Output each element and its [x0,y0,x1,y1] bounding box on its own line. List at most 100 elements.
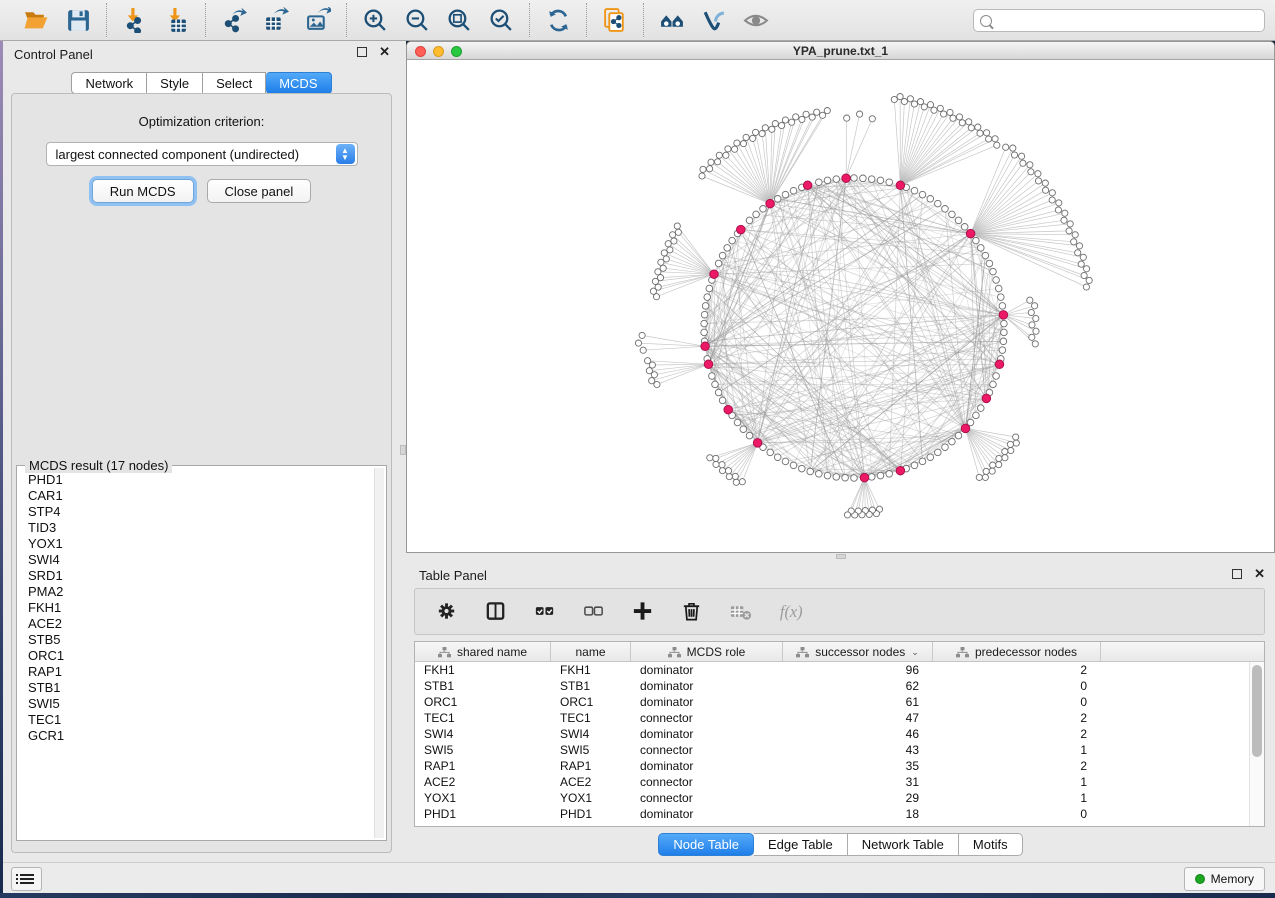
import-network-icon[interactable] [121,6,149,34]
open-folder-icon[interactable] [22,6,50,34]
mcds-result-item[interactable]: STB1 [19,680,374,696]
window-close-icon[interactable] [415,46,426,57]
cell-predecessor_nodes: 2 [933,662,1101,678]
save-icon[interactable] [64,6,92,34]
zoom-out-icon[interactable] [403,6,431,34]
column-header-name[interactable]: name [551,642,631,662]
table-row[interactable]: TEC1TEC1connector472 [415,710,1249,726]
gear-icon[interactable] [435,600,459,624]
cell-predecessor_nodes: 1 [933,790,1101,806]
mcds-result-item[interactable]: PMA2 [19,584,374,600]
cell-name: YOX1 [551,790,631,806]
network-canvas[interactable] [407,60,1274,552]
column-header-shared-name[interactable]: shared name [415,642,551,662]
table-row[interactable]: FKH1FKH1dominator962 [415,662,1249,678]
mcds-result-item[interactable]: STB5 [19,632,374,648]
export-network-icon[interactable] [220,6,248,34]
tab-network[interactable]: Network [71,72,147,94]
column-header-predecessor-nodes[interactable]: predecessor nodes [933,642,1101,662]
table-toolbar: f(x) [414,588,1265,635]
float-panel-icon[interactable] [357,47,367,57]
optimization-criterion-label: Optimization criterion: [12,114,391,129]
mcds-result-item[interactable]: ACE2 [19,616,374,632]
mcds-result-item[interactable]: ORC1 [19,648,374,664]
mcds-list-scrollbar[interactable] [374,468,384,838]
cell-shared_name: FKH1 [415,662,551,678]
footer-tab-edge-table[interactable]: Edge Table [754,833,848,856]
search-network-icon[interactable] [658,6,686,34]
mcds-result-item[interactable]: SWI5 [19,696,374,712]
control-panel-titlebar: Control Panel ✕ [3,41,400,65]
mcds-result-list[interactable]: PHD1CAR1STP4TID3YOX1SWI4SRD1PMA2FKH1ACE2… [19,472,374,838]
table-scrollbar[interactable] [1249,662,1264,826]
delete-icon[interactable] [680,600,704,624]
memory-button[interactable]: Memory [1184,867,1265,891]
close-panel-button[interactable]: Close panel [207,179,312,203]
zoom-fit-icon[interactable] [445,6,473,34]
column-header-MCDS-role[interactable]: MCDS role [631,642,783,662]
mcds-result-item[interactable]: TEC1 [19,712,374,728]
footer-tab-node-table[interactable]: Node Table [658,833,754,856]
refresh-icon[interactable] [544,6,572,34]
window-minimize-icon[interactable] [433,46,444,57]
table-row[interactable]: YOX1YOX1connector291 [415,790,1249,806]
mcds-result-item[interactable]: FKH1 [19,600,374,616]
table-row[interactable]: PHD1PHD1dominator180 [415,806,1249,822]
mcds-result-item[interactable]: TID3 [19,520,374,536]
float-table-panel-icon[interactable] [1232,569,1242,579]
search-box[interactable] [973,9,1265,32]
select-all-icon[interactable] [533,600,557,624]
footer-tab-network-table[interactable]: Network Table [848,833,959,856]
cell-successor_nodes: 62 [783,678,933,694]
desktop-wallpaper-bottom [0,893,1275,898]
search-input[interactable] [997,14,1258,28]
close-panel-icon[interactable]: ✕ [379,47,390,57]
network-view-window: YPA_prune.txt_1 [406,41,1275,553]
table-row[interactable]: SWI5SWI5connector431 [415,742,1249,758]
task-history-button[interactable] [11,867,42,891]
export-image-icon[interactable] [304,6,332,34]
run-mcds-button[interactable]: Run MCDS [92,179,194,203]
mcds-result-item[interactable]: YOX1 [19,536,374,552]
table-footer-tabs: Node TableEdge TableNetwork TableMotifs [406,833,1275,856]
horizontal-splitter[interactable] [406,553,1275,560]
cell-successor_nodes: 29 [783,790,933,806]
mcds-result-item[interactable]: GCR1 [19,728,374,744]
column-header-successor-nodes[interactable]: successor nodes⌄ [783,642,933,662]
table-row[interactable]: ORC1ORC1dominator610 [415,694,1249,710]
table-row[interactable]: SWI4SWI4dominator462 [415,726,1249,742]
mcds-result-item[interactable]: SWI4 [19,552,374,568]
deselect-all-icon[interactable] [582,600,606,624]
add-icon[interactable] [631,600,655,624]
import-table-icon[interactable] [163,6,191,34]
columns-icon[interactable] [484,600,508,624]
criterion-dropdown[interactable]: largest connected component (undirected)… [46,142,358,166]
mcds-result-item[interactable]: STP4 [19,504,374,520]
mcds-result-item[interactable]: CAR1 [19,488,374,504]
share-document-icon[interactable] [601,6,629,34]
tab-mcds[interactable]: MCDS [266,72,331,94]
zoom-selected-icon[interactable] [487,6,515,34]
zoom-in-icon[interactable] [361,6,389,34]
table-row[interactable]: RAP1RAP1dominator352 [415,758,1249,774]
cell-shared_name: SWI5 [415,742,551,758]
show-hide-icon[interactable] [742,6,770,34]
mcds-result-item[interactable]: SRD1 [19,568,374,584]
mcds-result-item[interactable]: PHD1 [19,472,374,488]
function-builder-icon: f(x) [778,600,802,624]
cell-name: RAP1 [551,758,631,774]
footer-tab-motifs[interactable]: Motifs [959,833,1023,856]
mcds-result-item[interactable]: RAP1 [19,664,374,680]
window-zoom-icon[interactable] [451,46,462,57]
cell-successor_nodes: 43 [783,742,933,758]
table-row[interactable]: ACE2ACE2connector311 [415,774,1249,790]
vizmapper-icon[interactable] [700,6,728,34]
close-table-panel-icon[interactable]: ✕ [1254,569,1265,579]
cell-mcds_role: dominator [631,662,783,678]
tab-select[interactable]: Select [203,72,266,94]
table-scrollbar-thumb[interactable] [1252,665,1262,757]
tab-style[interactable]: Style [147,72,203,94]
cell-mcds_role: connector [631,742,783,758]
table-row[interactable]: STB1STB1dominator620 [415,678,1249,694]
export-table-icon[interactable] [262,6,290,34]
